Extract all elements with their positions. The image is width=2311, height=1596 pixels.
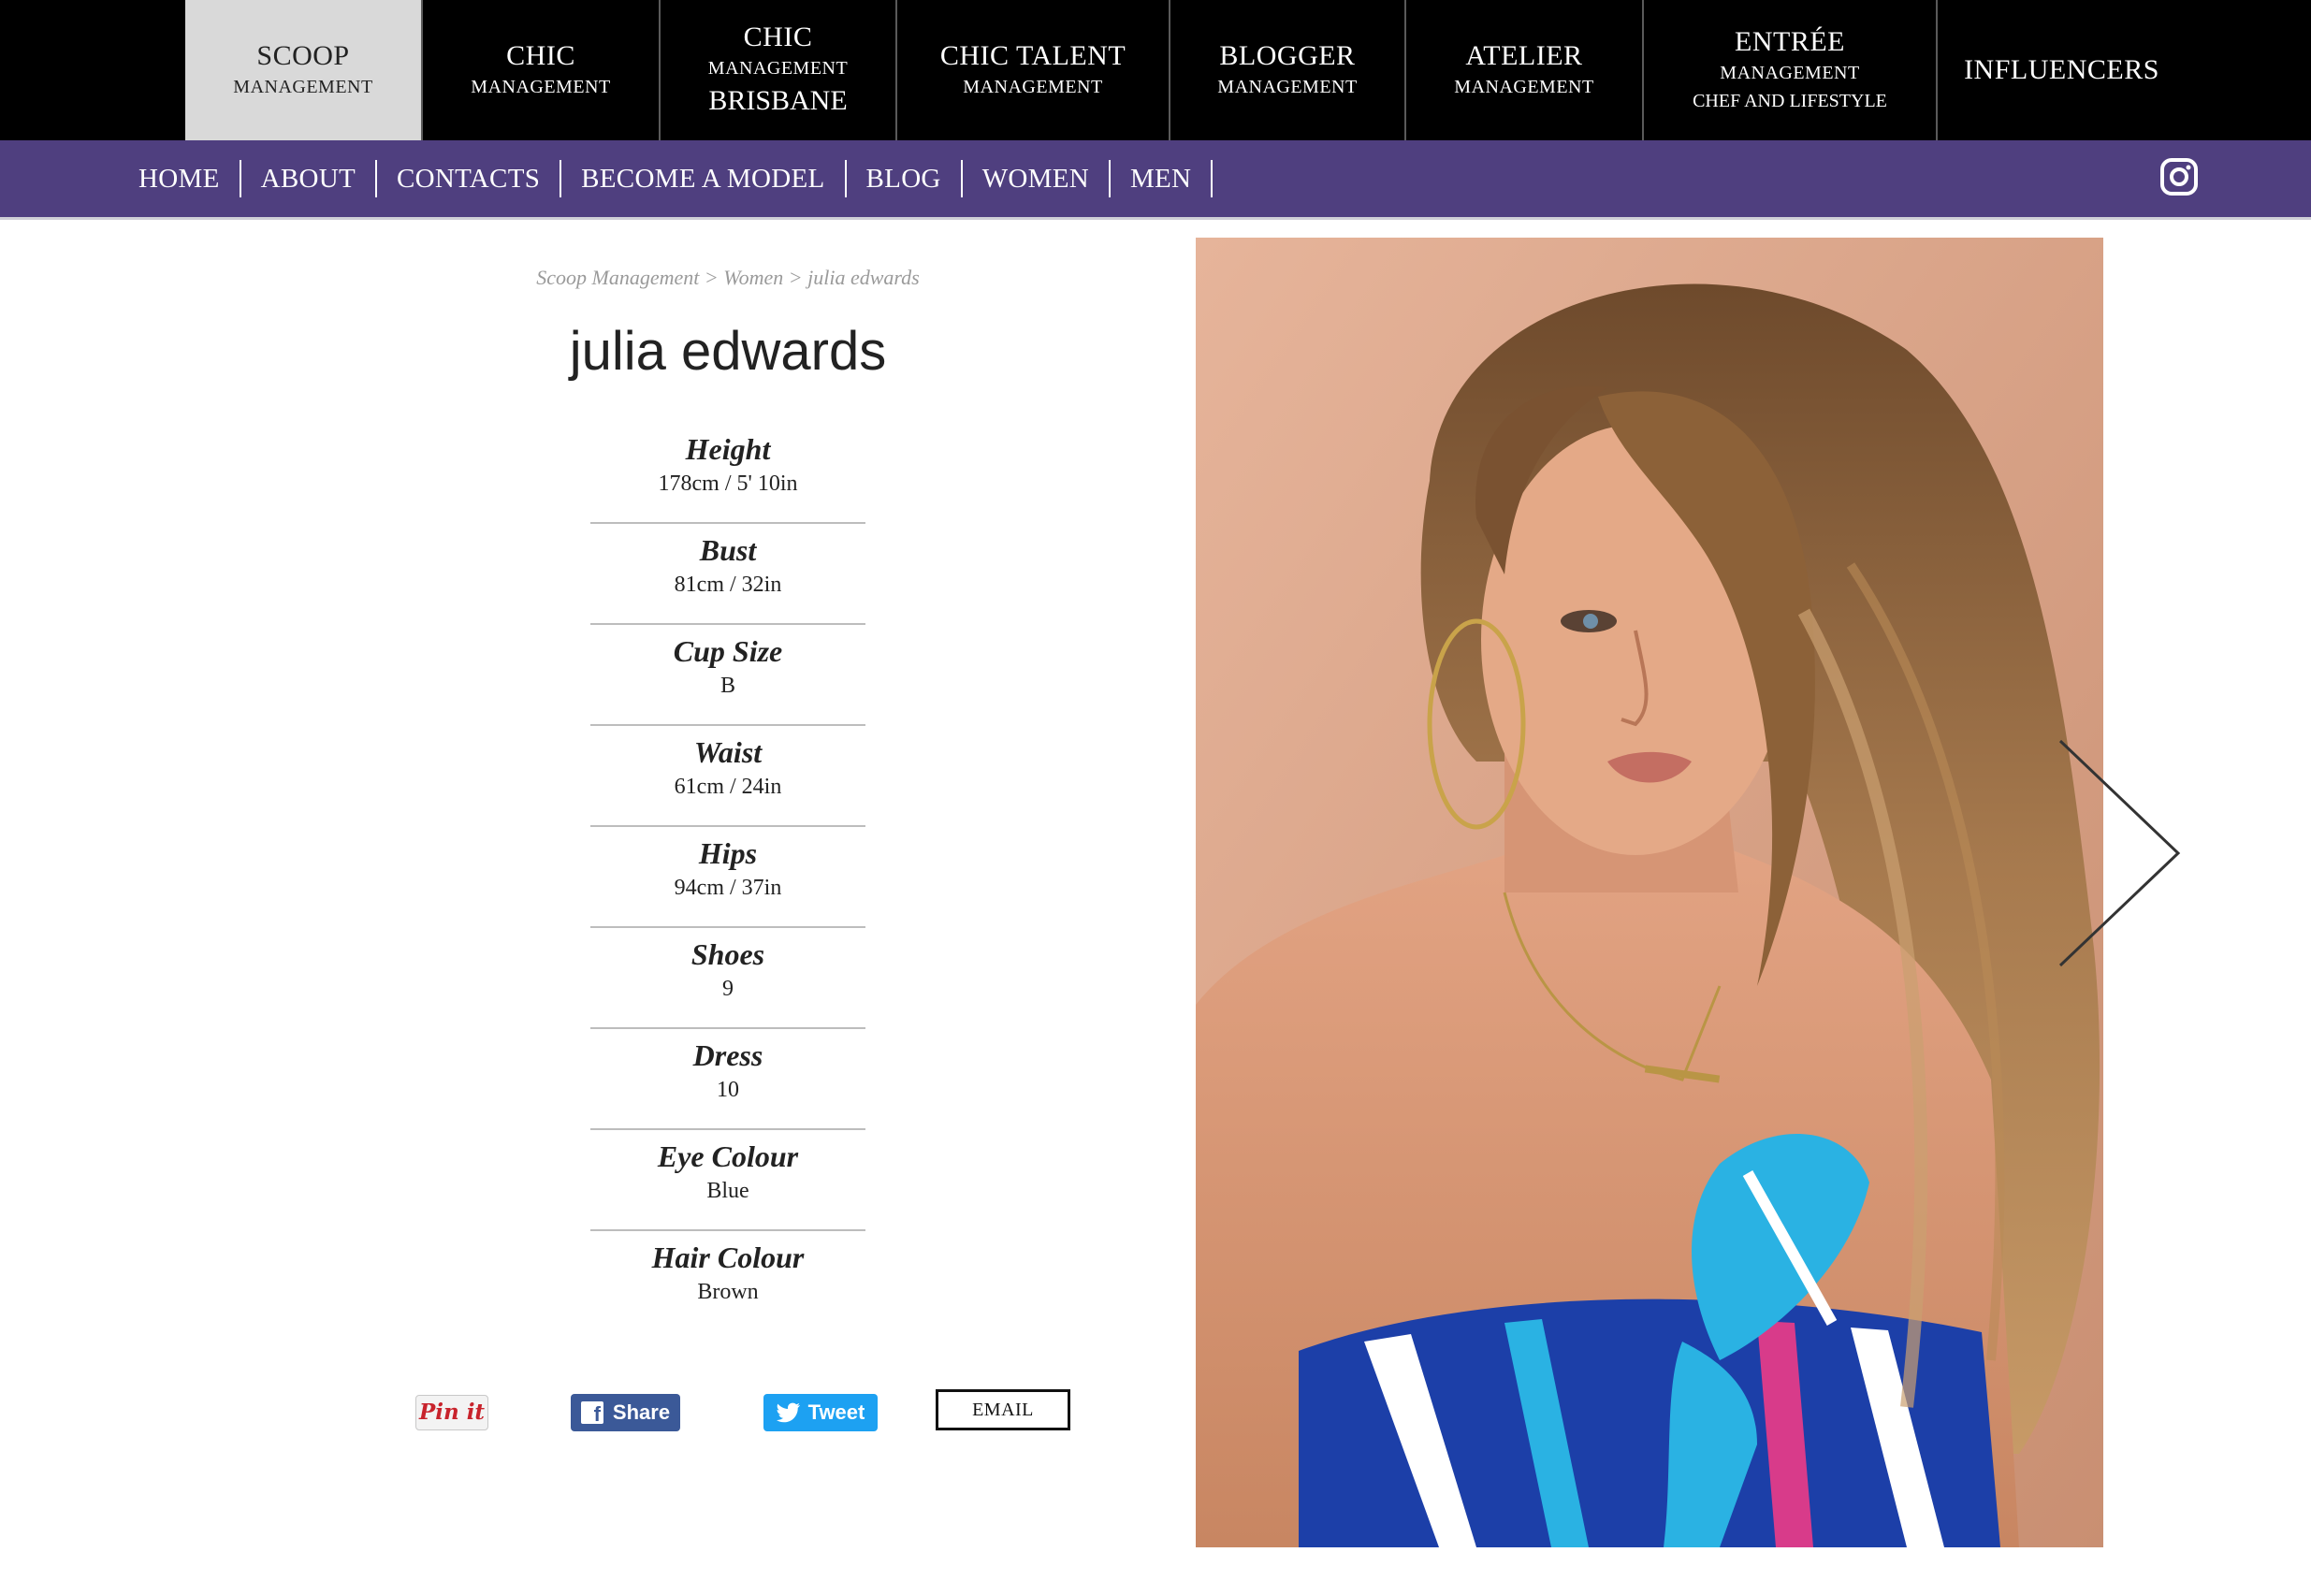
instagram-icon[interactable] [2159, 157, 2199, 196]
stat-label: Dress [692, 1038, 763, 1072]
nav-blog[interactable]: BLOG [847, 160, 963, 197]
agency-tab-entree[interactable]: ENTRÉE MANAGEMENT CHEF AND LIFESTYLE [1644, 0, 1938, 140]
stat-value: 178cm / 5' 10in [658, 472, 798, 496]
agency-subtitle: MANAGEMENT [1720, 63, 1860, 83]
agency-subtitle: MANAGEMENT [1217, 77, 1358, 97]
stat-hair-colour: Hair Colour Brown [590, 1231, 865, 1332]
agency-subtitle: MANAGEMENT [233, 77, 373, 97]
stat-waist: Waist 61cm / 24in [590, 726, 865, 827]
stat-cup-size: Cup Size B [590, 625, 865, 726]
breadcrumb-separator: > [788, 266, 803, 289]
stat-label: Cup Size [673, 634, 783, 668]
agency-bar: SCOOP MANAGEMENT CHIC MANAGEMENT CHIC MA… [0, 0, 2311, 140]
stat-value: 9 [722, 977, 734, 1001]
nav-list: HOME ABOUT CONTACTS BECOME A MODEL BLOG … [120, 140, 1214, 217]
stat-label: Bust [699, 533, 757, 567]
agency-title: CHIC [506, 40, 575, 71]
agency-tab-chic[interactable]: CHIC MANAGEMENT [423, 0, 661, 140]
main-nav: HOME ABOUT CONTACTS BECOME A MODEL BLOG … [0, 140, 2311, 220]
stat-value: Brown [697, 1280, 759, 1304]
stat-label: Shoes [690, 937, 765, 971]
agency-title: CHIC TALENT [939, 40, 1126, 71]
stat-value: 94cm / 37in [674, 876, 782, 900]
pinterest-button[interactable]: Pin it [415, 1395, 488, 1430]
model-photo [1196, 238, 2103, 1547]
agency-tab-scoop[interactable]: SCOOP MANAGEMENT [185, 0, 423, 140]
stat-bust: Bust 81cm / 32in [590, 524, 865, 625]
stat-hips: Hips 94cm / 37in [590, 827, 865, 928]
nav-home[interactable]: HOME [120, 160, 241, 197]
agency-title: SCOOP [256, 40, 350, 71]
stat-dress: Dress 10 [590, 1029, 865, 1130]
agency-subtitle: MANAGEMENT [1454, 77, 1594, 97]
stat-shoes: Shoes 9 [590, 928, 865, 1029]
nav-women[interactable]: WOMEN [963, 160, 1111, 197]
agency-title: INFLUENCERS [1964, 54, 2159, 85]
agency-tab-influencers[interactable]: INFLUENCERS [1938, 0, 2186, 140]
agency-location: BRISBANE [708, 85, 848, 116]
stat-value: Blue [706, 1179, 749, 1203]
breadcrumb-current: julia edwards [807, 266, 920, 289]
email-label: EMAIL [972, 1400, 1034, 1420]
facebook-icon: f [580, 1401, 603, 1426]
stat-label: Waist [693, 735, 763, 769]
twitter-icon [776, 1402, 800, 1423]
nav-contacts[interactable]: CONTACTS [377, 160, 562, 197]
nav-about[interactable]: ABOUT [241, 160, 377, 197]
stat-value: B [719, 674, 735, 698]
facebook-share-button[interactable]: f Share [571, 1394, 680, 1431]
stat-eye-colour: Eye Colour Blue [590, 1130, 865, 1231]
agency-tab-chic-talent[interactable]: CHIC TALENT MANAGEMENT [897, 0, 1170, 140]
pinterest-label: Pin it [418, 1400, 486, 1425]
agency-tab-chic-brisbane[interactable]: CHIC MANAGEMENT BRISBANE [661, 0, 897, 140]
agency-subtitle: MANAGEMENT [707, 58, 849, 79]
model-stats: Height 178cm / 5' 10in Bust 81cm / 32in … [590, 423, 865, 1332]
breadcrumb-separator: > [704, 266, 719, 289]
agency-tab-blogger[interactable]: BLOGGER MANAGEMENT [1170, 0, 1406, 140]
agency-subtitle: MANAGEMENT [471, 77, 611, 97]
breadcrumb-women[interactable]: Women [723, 266, 783, 289]
agency-subtitle: MANAGEMENT [963, 77, 1103, 97]
stat-height: Height 178cm / 5' 10in [590, 423, 865, 524]
twitter-tweet-label: Tweet [807, 1400, 865, 1424]
twitter-tweet-button[interactable]: Tweet [763, 1394, 878, 1431]
nav-become-a-model[interactable]: BECOME A MODEL [561, 160, 847, 197]
agency-title: ATELIER [1465, 40, 1583, 71]
agency-title: CHIC [743, 22, 813, 52]
nav-men[interactable]: MEN [1111, 160, 1214, 197]
agency-title: BLOGGER [1219, 40, 1356, 71]
facebook-share-label: Share [612, 1400, 671, 1424]
stat-label: Eye Colour [657, 1139, 799, 1173]
stat-value: 61cm / 24in [674, 775, 782, 799]
agency-tagline: CHEF AND LIFESTYLE [1693, 91, 1887, 111]
agency-tab-atelier[interactable]: ATELIER MANAGEMENT [1406, 0, 1644, 140]
agency-title: ENTRÉE [1735, 26, 1845, 57]
stat-label: Height [685, 432, 771, 466]
chevron-right-icon[interactable] [2049, 732, 2189, 975]
breadcrumb-home[interactable]: Scoop Management [536, 266, 699, 289]
stat-label: Hair Colour [651, 1241, 805, 1274]
stat-value: 81cm / 32in [674, 573, 782, 597]
stat-value: 10 [717, 1078, 739, 1102]
email-button[interactable]: EMAIL [936, 1389, 1070, 1430]
stat-label: Hips [698, 836, 758, 870]
